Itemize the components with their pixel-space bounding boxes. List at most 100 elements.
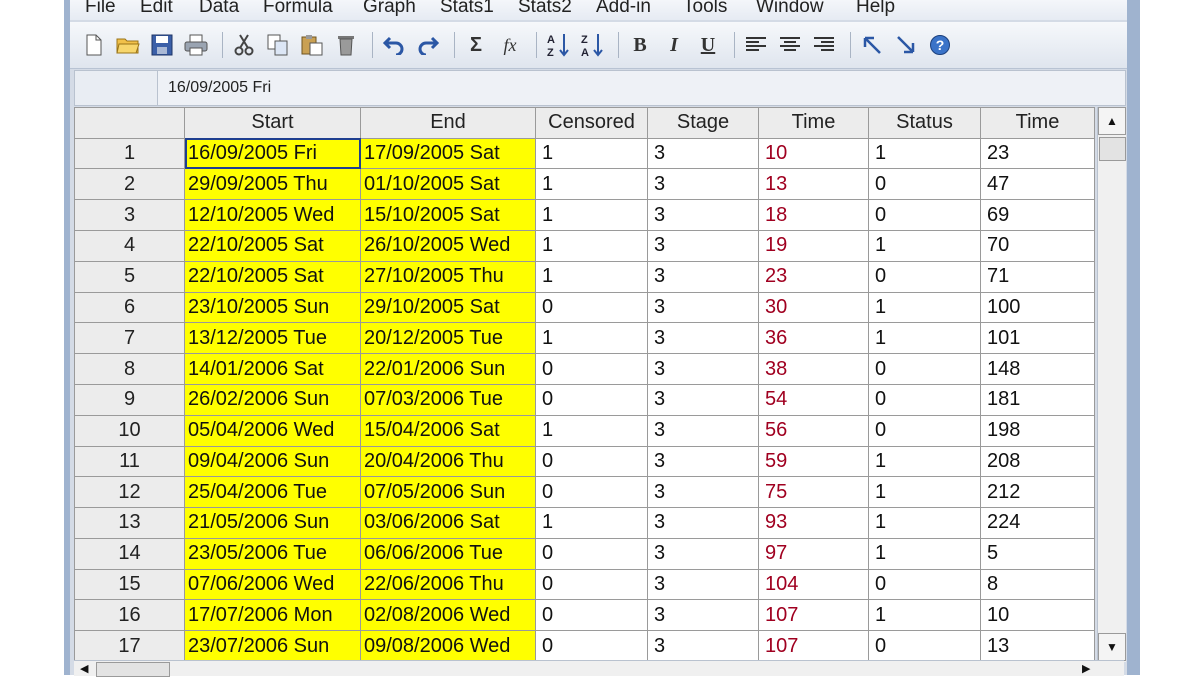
row-header[interactable]: 17 [74,630,185,662]
cell-time[interactable]: 10 [758,137,869,170]
italic-icon[interactable]: I [660,31,688,59]
menu-graph[interactable]: Graph [363,0,416,18]
cell-censored[interactable]: 1 [535,322,648,355]
cut-icon[interactable] [230,31,258,59]
cell-stage[interactable]: 3 [647,414,759,447]
row-header[interactable]: 4 [74,230,185,262]
delete-icon[interactable] [332,31,360,59]
new-file-icon[interactable] [80,31,108,59]
cell-end[interactable]: 06/06/2006 Tue [360,537,536,570]
align-center-icon[interactable] [776,31,804,59]
cell-start[interactable]: 16/09/2005 Fri [184,137,361,170]
cell-end[interactable]: 01/10/2005 Sat [360,168,536,201]
cell-end[interactable]: 27/10/2005 Thu [360,260,536,293]
row-header[interactable]: 5 [74,260,185,293]
menu-stats1[interactable]: Stats1 [440,0,494,18]
cell-start[interactable]: 13/12/2005 Tue [184,322,361,355]
cell-time-2[interactable]: 70 [980,230,1095,262]
cell-start[interactable]: 23/10/2005 Sun [184,291,361,324]
cell-time[interactable]: 75 [758,476,869,509]
scroll-right-icon[interactable]: ▶ [1082,662,1090,675]
cell-end[interactable]: 22/01/2006 Sun [360,353,536,385]
menu-formula[interactable]: Formula [263,0,333,18]
menu-edit[interactable]: Edit [140,0,173,18]
cell-stage[interactable]: 3 [647,137,759,170]
menu-file[interactable]: File [85,0,116,18]
cell-time[interactable]: 18 [758,199,869,232]
cell-end[interactable]: 26/10/2005 Wed [360,230,536,262]
horizontal-scrollbar[interactable]: ◀ ▶ [74,660,1124,677]
cell-time-2[interactable]: 101 [980,322,1095,355]
column-header-stage[interactable]: Stage [647,107,759,139]
cell-time[interactable]: 97 [758,537,869,570]
cell-end[interactable]: 07/05/2006 Sun [360,476,536,509]
menu-data[interactable]: Data [199,0,239,18]
arrow-up-left-icon[interactable] [858,31,886,59]
cell-end[interactable]: 29/10/2005 Sat [360,291,536,324]
undo-icon[interactable] [380,31,408,59]
column-header-time[interactable]: Time [758,107,869,139]
cell-censored[interactable]: 0 [535,568,648,601]
menu-help[interactable]: Help [856,0,895,18]
sort-descending-icon[interactable]: ZA [578,31,606,59]
cell-time[interactable]: 23 [758,260,869,293]
menu-stats2[interactable]: Stats2 [518,0,572,18]
cell-end[interactable]: 15/10/2005 Sat [360,199,536,232]
cell-stage[interactable]: 3 [647,599,759,632]
cell-status[interactable]: 0 [868,260,981,293]
row-header[interactable]: 14 [74,537,185,570]
cell-end[interactable]: 02/08/2006 Wed [360,599,536,632]
cell-status[interactable]: 1 [868,322,981,355]
cell-stage[interactable]: 3 [647,291,759,324]
bold-icon[interactable]: B [626,31,654,59]
cell-end[interactable]: 22/06/2006 Thu [360,568,536,601]
cell-stage[interactable]: 3 [647,353,759,385]
cell-censored[interactable]: 0 [535,537,648,570]
cell-start[interactable]: 14/01/2006 Sat [184,353,361,385]
cell-time-2[interactable]: 224 [980,507,1095,539]
corner-cell[interactable] [74,107,185,139]
cell-time-2[interactable]: 8 [980,568,1095,601]
cell-status[interactable]: 1 [868,599,981,632]
cell-time-2[interactable]: 71 [980,260,1095,293]
cell-start[interactable]: 17/07/2006 Mon [184,599,361,632]
row-header[interactable]: 13 [74,507,185,539]
scroll-up-icon[interactable]: ▲ [1098,107,1126,135]
cell-status[interactable]: 0 [868,168,981,201]
arrow-down-right-icon[interactable] [892,31,920,59]
row-header[interactable]: 3 [74,199,185,232]
menu-window[interactable]: Window [756,0,824,18]
cell-status[interactable]: 1 [868,476,981,509]
cell-status[interactable]: 0 [868,353,981,385]
cell-censored[interactable]: 0 [535,353,648,385]
cell-time[interactable]: 38 [758,353,869,385]
cell-start[interactable]: 21/05/2006 Sun [184,507,361,539]
cell-time-2[interactable]: 23 [980,137,1095,170]
cell-status[interactable]: 1 [868,230,981,262]
cell-stage[interactable]: 3 [647,322,759,355]
cell-start[interactable]: 05/04/2006 Wed [184,414,361,447]
cell-time[interactable]: 107 [758,599,869,632]
cell-status[interactable]: 0 [868,630,981,662]
cell-status[interactable]: 0 [868,383,981,416]
cell-stage[interactable]: 3 [647,230,759,262]
cell-status[interactable]: 1 [868,507,981,539]
menu-add-in[interactable]: Add-in [596,0,651,18]
print-icon[interactable] [182,31,210,59]
cell-end[interactable]: 09/08/2006 Wed [360,630,536,662]
row-header[interactable]: 1 [74,137,185,170]
cell-time[interactable]: 30 [758,291,869,324]
row-header[interactable]: 12 [74,476,185,509]
cell-start[interactable]: 29/09/2005 Thu [184,168,361,201]
cell-time[interactable]: 13 [758,168,869,201]
cell-time[interactable]: 104 [758,568,869,601]
cell-time-2[interactable]: 100 [980,291,1095,324]
save-icon[interactable] [148,31,176,59]
cell-time[interactable]: 19 [758,230,869,262]
row-header[interactable]: 7 [74,322,185,355]
cell-time-2[interactable]: 13 [980,630,1095,662]
cell-content[interactable]: 16/09/2005 Fri [168,79,271,97]
cell-reference-box[interactable] [75,71,158,105]
cell-time-2[interactable]: 198 [980,414,1095,447]
cell-status[interactable]: 0 [868,414,981,447]
